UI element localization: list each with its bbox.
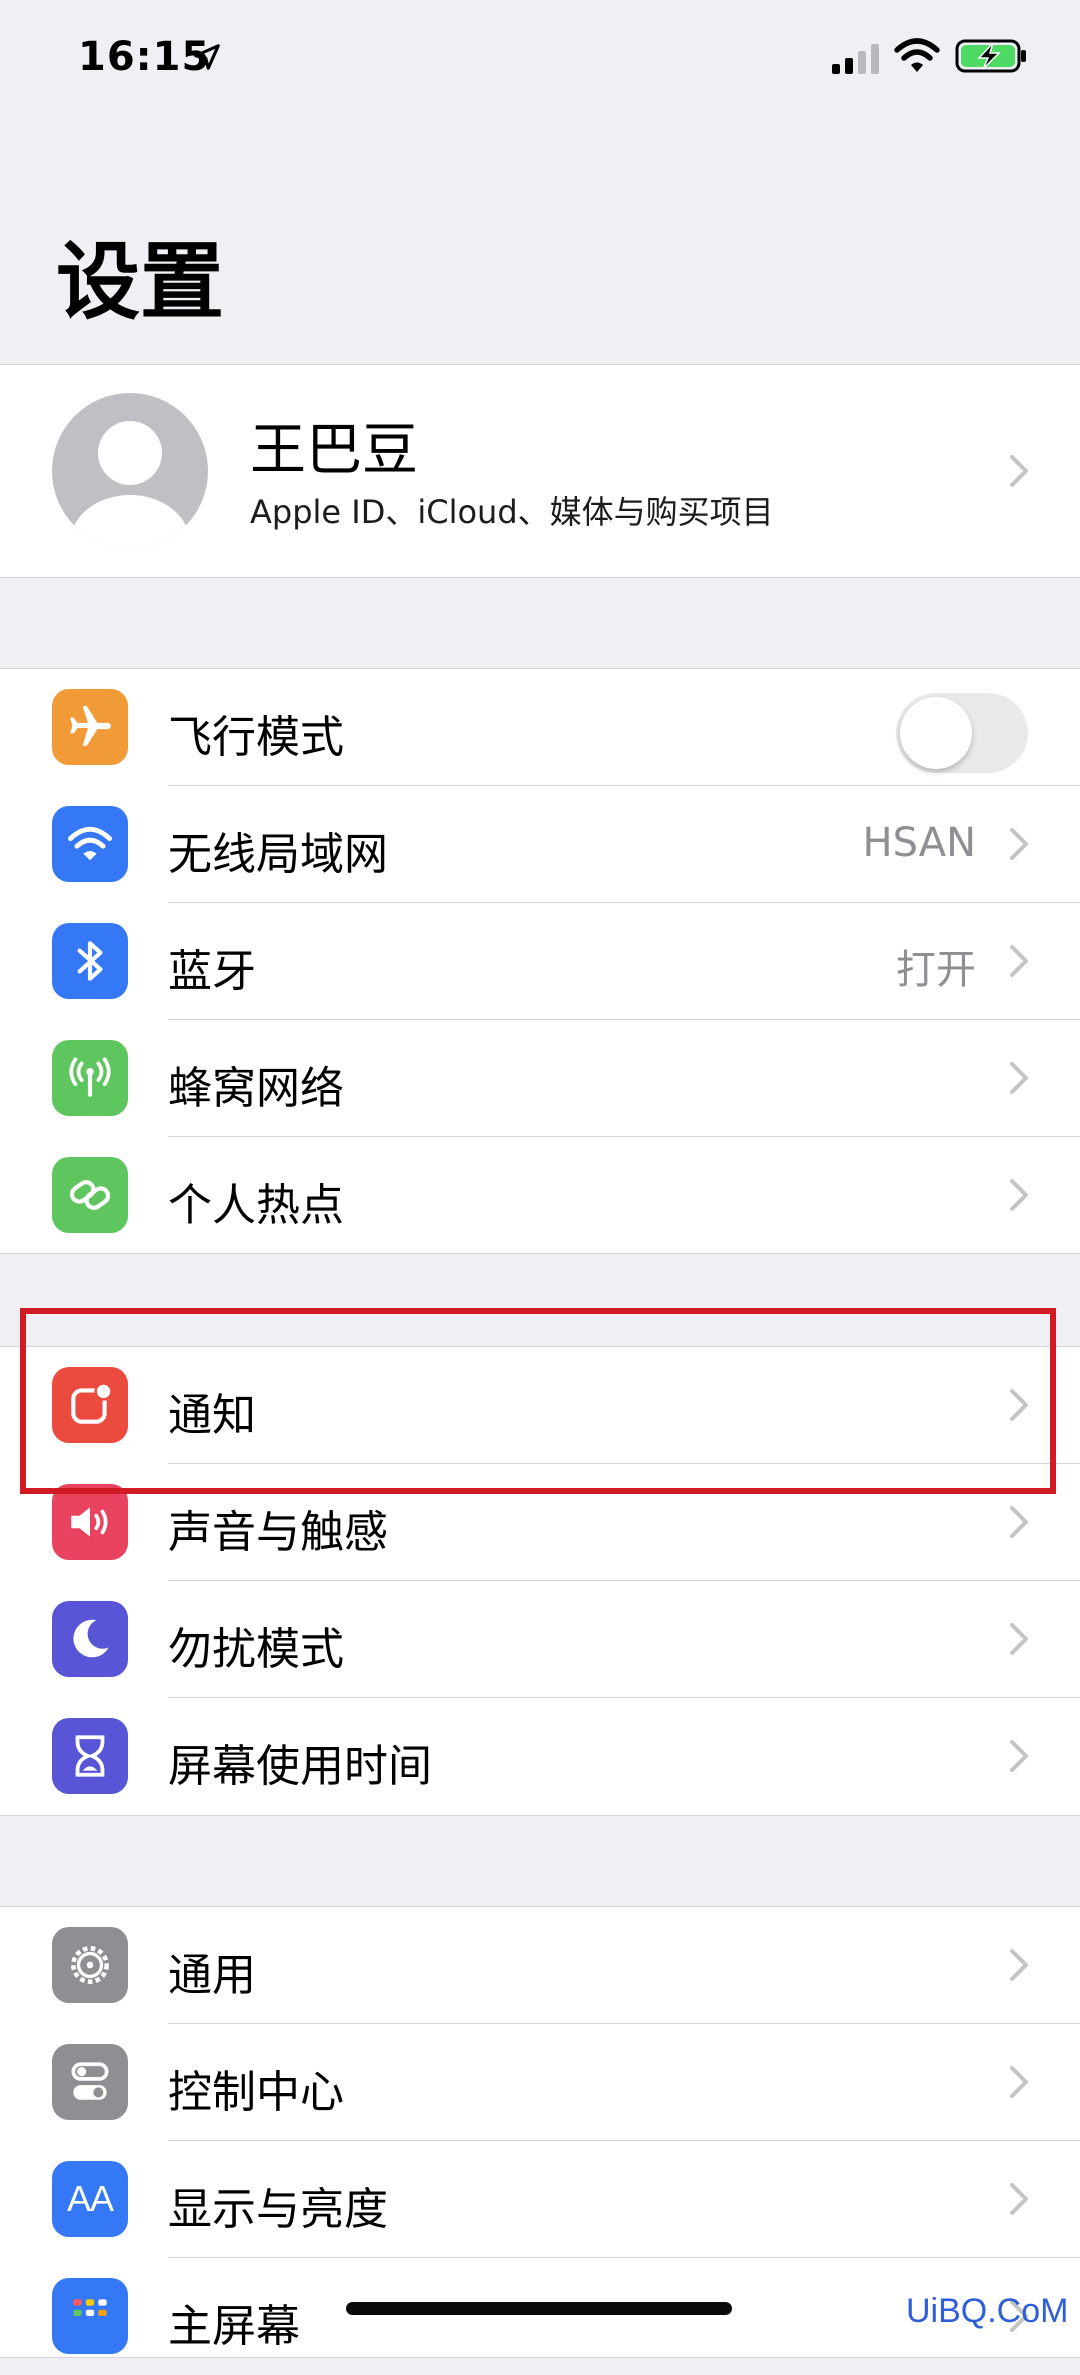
wifi-icon [52,806,128,882]
chevron-right-icon [1010,1506,1028,1538]
hotspot-icon [52,1157,128,1233]
chevron-right-icon [1010,1623,1028,1655]
bluetooth-icon [52,923,128,999]
chevron-right-icon [1010,1949,1028,1981]
airplane-icon [52,689,128,765]
connectivity-group: 飞行模式 无线局域网 HSAN 蓝牙 打开 蜂窝网络 个人热点 [0,668,1080,1254]
watermark: UiBQ.CoM [906,2292,1069,2330]
battery-charging-icon [955,39,1026,73]
home-screen-icon [52,2278,128,2354]
chevron-right-icon [1010,828,1028,860]
control-center-label: 控制中心 [168,2067,344,2118]
status-time: 16:15 [78,34,211,80]
wifi-status-icon [894,38,940,72]
general-label: 通用 [168,1950,256,2001]
cellular-signal-icon [832,44,879,74]
bluetooth-row[interactable]: 蓝牙 打开 [0,903,1080,1020]
screen-time-label: 屏幕使用时间 [168,1741,432,1792]
cellular-row[interactable]: 蜂窝网络 [0,1020,1080,1137]
notifications-icon [52,1367,128,1443]
wifi-row[interactable]: 无线局域网 HSAN [0,786,1080,903]
apple-id-profile-row[interactable]: 王巴豆 Apple ID、iCloud、媒体与购买项目 [0,364,1080,578]
profile-subtitle: Apple ID、iCloud、媒体与购买项目 [250,493,774,531]
chevron-right-icon [1010,455,1028,487]
sound-icon [52,1484,128,1560]
home-screen-label: 主屏幕 [168,2301,300,2352]
switches-icon [52,2044,128,2120]
notifications-row[interactable]: 通知 [0,1347,1080,1464]
chevron-right-icon [1010,1179,1028,1211]
cellular-icon [52,1040,128,1116]
chevron-right-icon [1010,2066,1028,2098]
home-indicator[interactable] [346,2302,732,2315]
gear-icon [52,1927,128,2003]
wifi-value: HSAN [862,820,977,866]
display-brightness-row[interactable]: AA 显示与亮度 [0,2141,1080,2258]
page-title: 设置 [56,233,225,331]
sounds-haptics-label: 声音与触感 [168,1507,388,1558]
chevron-right-icon [1010,2183,1028,2215]
display-icon: AA [52,2161,128,2237]
sounds-haptics-row[interactable]: 声音与触感 [0,1464,1080,1581]
notifications-group: 通知 声音与触感 勿扰模式 屏幕使用时间 [0,1346,1080,1816]
person-placeholder-icon [70,421,190,549]
avatar [52,393,208,549]
chevron-right-icon [1010,1389,1028,1421]
do-not-disturb-row[interactable]: 勿扰模式 [0,1581,1080,1698]
toggle-knob [900,697,972,769]
control-center-row[interactable]: 控制中心 [0,2024,1080,2141]
bluetooth-value: 打开 [896,947,976,993]
airplane-mode-row: 飞行模式 [0,669,1080,786]
general-group: 通用 控制中心 AA 显示与亮度 主屏幕 [0,1906,1080,2358]
chevron-right-icon [1010,945,1028,977]
location-arrow-icon [194,44,220,70]
bluetooth-label: 蓝牙 [168,946,256,997]
wifi-label: 无线局域网 [168,829,388,880]
display-brightness-label: 显示与亮度 [168,2184,388,2235]
status-bar: 16:15 [0,0,1080,120]
screen-time-row[interactable]: 屏幕使用时间 [0,1698,1080,1815]
personal-hotspot-label: 个人热点 [168,1180,344,1231]
cellular-label: 蜂窝网络 [168,1063,344,1114]
airplane-mode-label: 飞行模式 [168,712,344,763]
display-icon-text: AA [66,2178,114,2219]
general-row[interactable]: 通用 [0,1907,1080,2024]
hourglass-icon [52,1718,128,1794]
profile-name: 王巴豆 [250,418,418,483]
chevron-right-icon [1010,1062,1028,1094]
notifications-label: 通知 [168,1390,256,1441]
moon-icon [52,1601,128,1677]
personal-hotspot-row[interactable]: 个人热点 [0,1137,1080,1254]
do-not-disturb-label: 勿扰模式 [168,1624,344,1675]
airplane-mode-toggle[interactable] [896,693,1028,773]
chevron-right-icon [1010,1740,1028,1772]
